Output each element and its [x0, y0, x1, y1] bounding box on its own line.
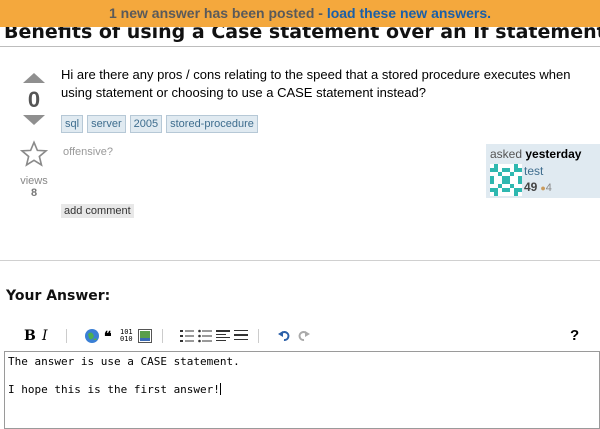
asked-label: asked yesterday: [490, 147, 581, 161]
bold-icon[interactable]: B: [24, 326, 36, 346]
horizontal-rule-icon[interactable]: [234, 329, 248, 349]
redo-icon[interactable]: [296, 329, 310, 349]
heading-icon[interactable]: [216, 329, 230, 349]
answer-line-1: The answer is use a CASE statement.: [8, 355, 240, 368]
asked-card: asked yesterday test 49 ●4: [486, 144, 600, 198]
help-icon[interactable]: ?: [570, 326, 579, 346]
answer-line-2: [8, 369, 596, 383]
answer-textarea[interactable]: The answer is use a CASE statement. I hop…: [4, 351, 600, 429]
toolbar-divider: [162, 329, 163, 343]
favorite-star-icon[interactable]: [19, 140, 49, 173]
answer-line-3: I hope this is the first answer!: [8, 383, 596, 397]
image-icon[interactable]: [138, 329, 152, 349]
undo-icon[interactable]: [278, 329, 292, 349]
user-name-link[interactable]: test: [524, 164, 543, 178]
flag-offensive-link[interactable]: offensive?: [63, 146, 113, 158]
toolbar-divider: [258, 329, 259, 343]
bulleted-list-icon[interactable]: [198, 329, 212, 349]
your-answer-heading: Your Answer:: [6, 288, 111, 304]
tag-list: sql server 2005 stored-procedure: [61, 115, 258, 133]
views-counter: views 8: [14, 175, 54, 199]
toolbar-divider: [66, 329, 67, 343]
user-reputation: 49 ●4: [524, 180, 552, 194]
vote-up-icon[interactable]: [23, 73, 45, 83]
question-body: Hi are there any pros / cons relating to…: [61, 67, 571, 100]
hyperlink-icon[interactable]: [84, 328, 100, 348]
views-label: views: [20, 175, 48, 187]
vote-count: 0: [27, 87, 41, 112]
tag-sql[interactable]: sql: [61, 115, 84, 133]
new-answer-notification: 1 new answer has been posted - load thes…: [0, 0, 600, 27]
views-count: 8: [30, 187, 38, 199]
tag-2005[interactable]: 2005: [129, 115, 163, 133]
code-icon[interactable]: 101 010: [120, 329, 133, 349]
add-comment-link[interactable]: add comment: [61, 204, 134, 218]
tag-stored-procedure[interactable]: stored-procedure: [166, 115, 258, 133]
asked-prefix: asked: [490, 147, 523, 161]
title-divider: [0, 46, 600, 47]
avatar[interactable]: [490, 164, 522, 196]
blockquote-icon[interactable]: ❝: [104, 326, 112, 346]
italic-icon[interactable]: I: [42, 326, 48, 346]
asked-time: yesterday: [525, 147, 582, 161]
vote-cell: 0: [22, 73, 46, 125]
numbered-list-icon[interactable]: [180, 329, 194, 349]
answer-line-3-text: I hope this is the first answer!: [8, 383, 220, 396]
notification-text: 1 new answer has been posted -: [108, 5, 327, 21]
tag-server[interactable]: server: [87, 115, 126, 133]
reputation-score: 49: [524, 180, 538, 194]
editor-toolbar: B I ❝ 101 010 ?: [22, 326, 592, 348]
vote-down-icon[interactable]: [23, 115, 45, 125]
bronze-badge-count: 4: [545, 182, 552, 194]
section-divider: [0, 260, 600, 261]
text-cursor: [219, 383, 221, 395]
load-new-answers-link[interactable]: load these new answers.: [327, 5, 491, 21]
